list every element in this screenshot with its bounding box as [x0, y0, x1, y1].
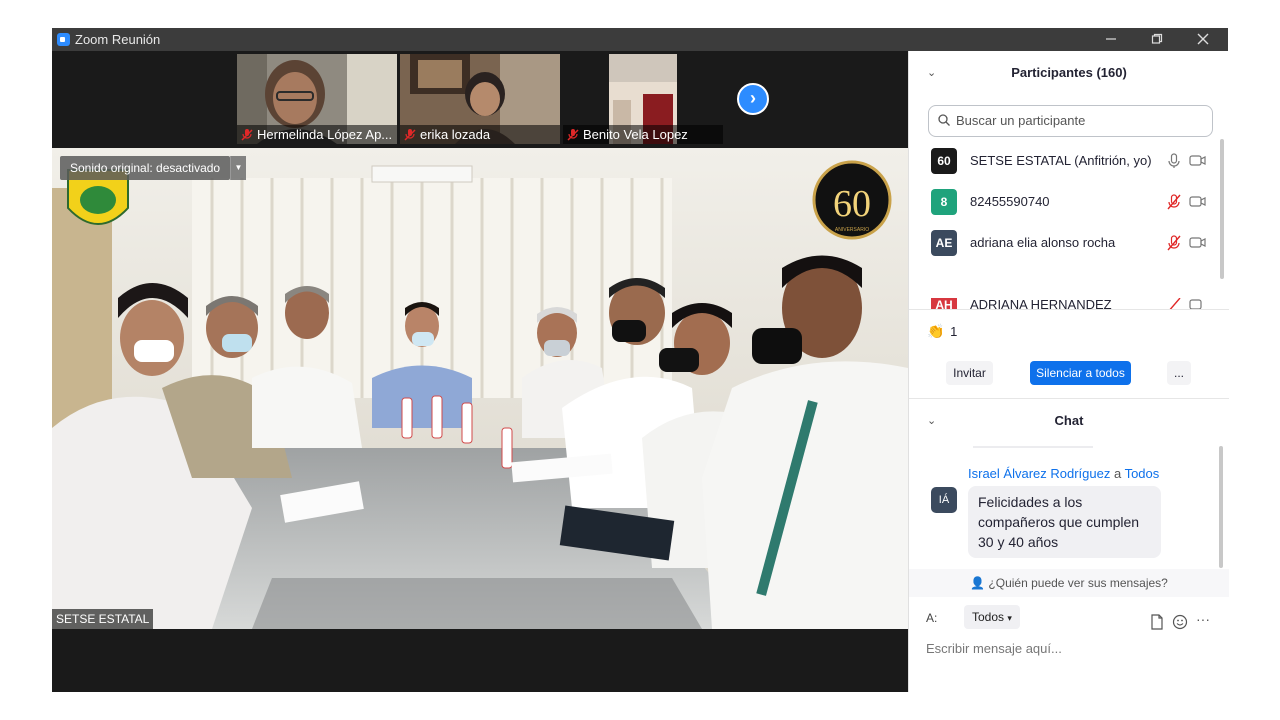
- participant-row[interactable]: AH ADRIANA HERNANDEZ: [909, 298, 1219, 309]
- participant-name: 82455590740: [970, 194, 1050, 209]
- video-thumbnail[interactable]: Benito Vela Lopez: [563, 54, 723, 144]
- mic-muted-icon[interactable]: [1167, 298, 1181, 309]
- file-icon[interactable]: [1149, 614, 1165, 630]
- avatar: 8: [931, 189, 957, 215]
- chat-sender-name[interactable]: Israel Álvarez Rodríguez: [968, 466, 1110, 481]
- chat-scrollbar[interactable]: [1219, 446, 1223, 568]
- avatar: 60: [931, 148, 957, 174]
- participants-title: Participantes (160): [1011, 65, 1127, 80]
- next-page-button[interactable]: ›: [737, 83, 769, 115]
- user-lock-icon: 👤: [970, 576, 986, 590]
- main-speaker-video: 60 ANIVERSARIO Sonido original: desactiv…: [52, 148, 908, 629]
- side-panel: ⌄ Participantes (160) Buscar un particip…: [908, 51, 1229, 692]
- svg-text:60: 60: [833, 183, 871, 225]
- avatar: AH: [931, 298, 957, 309]
- video-thumbnail[interactable]: Hermelinda López Ap...: [237, 54, 397, 144]
- emoji-icon[interactable]: [1172, 614, 1188, 630]
- window-title: Zoom Reunión: [75, 32, 161, 47]
- mic-muted-icon: [241, 129, 253, 141]
- mic-icon[interactable]: [1167, 153, 1181, 169]
- recipient-dropdown[interactable]: Todos ▾: [964, 605, 1020, 629]
- participants-scrollbar[interactable]: [1220, 139, 1224, 279]
- thumbnail-name: Hermelinda López Ap...: [237, 125, 397, 144]
- to-label: A:: [926, 611, 938, 625]
- participant-name: adriana elia alonso rocha: [970, 235, 1116, 250]
- chat-recipient[interactable]: Todos: [1125, 466, 1160, 481]
- video-camera-icon[interactable]: [1189, 154, 1206, 167]
- chat-title: Chat: [1054, 413, 1084, 428]
- chevron-down-icon[interactable]: ⌄: [927, 401, 936, 441]
- chevron-down-icon: ▾: [1007, 613, 1012, 623]
- active-speaker-label: SETSE ESTATAL: [52, 609, 154, 629]
- video-camera-icon[interactable]: [1189, 195, 1206, 208]
- restore-icon[interactable]: [1134, 28, 1180, 51]
- reaction-summary: 👏 1: [927, 323, 957, 340]
- previous-message-edge: [973, 446, 1093, 448]
- participant-search-input[interactable]: Buscar un participante: [928, 105, 1213, 137]
- chat-recipient-row: A: Todos ▾: [926, 605, 1020, 629]
- participant-row-partial-clip: AH ADRIANA HERNANDEZ: [909, 298, 1219, 309]
- recipient-value: Todos: [972, 610, 1005, 624]
- video-camera-icon[interactable]: [1189, 298, 1206, 309]
- search-placeholder: Buscar un participante: [956, 113, 1086, 128]
- video-thumbnail[interactable]: erika lozada: [400, 54, 560, 144]
- original-sound-toggle[interactable]: Sonido original: desactivado: [60, 156, 231, 180]
- participant-row[interactable]: 60 SETSE ESTATAL (Anfitrión, yo): [909, 141, 1219, 181]
- more-options-button[interactable]: ...: [1167, 361, 1191, 385]
- chat-to-word: a: [1110, 466, 1125, 481]
- minimize-icon[interactable]: [1088, 28, 1134, 51]
- zoom-window: Zoom Reunión Hermelinda López Ap... erik…: [52, 28, 1229, 692]
- chevron-down-icon[interactable]: ⌄: [927, 53, 936, 93]
- meeting-room-scene: 60 ANIVERSARIO: [52, 148, 908, 629]
- participant-name: SETSE ESTATAL (Anfitrión, yo): [970, 153, 1152, 168]
- divider: [909, 309, 1229, 310]
- chat-message-header: Israel Álvarez Rodríguez a Todos: [968, 466, 1159, 481]
- mic-muted-icon: [567, 129, 579, 141]
- video-area: Hermelinda López Ap... erika lozada Beni…: [52, 51, 908, 692]
- sound-dropdown-button[interactable]: ▼: [230, 156, 246, 180]
- mic-muted-icon[interactable]: [1167, 194, 1181, 210]
- avatar: IÁ: [931, 487, 957, 513]
- close-icon[interactable]: [1180, 28, 1226, 51]
- avatar: AE: [931, 230, 957, 256]
- video-camera-icon[interactable]: [1189, 236, 1206, 249]
- participants-header: ⌄ Participantes (160): [909, 53, 1229, 93]
- clapping-hands-icon: 👏: [927, 323, 945, 339]
- chat-messages: Israel Álvarez Rodríguez a Todos IÁ Feli…: [909, 441, 1229, 571]
- who-can-see-label: ¿Quién puede ver sus mensajes?: [988, 576, 1168, 590]
- mute-all-button[interactable]: Silenciar a todos: [1030, 361, 1131, 385]
- participant-row[interactable]: AE adriana elia alonso rocha: [909, 223, 1219, 263]
- title-bar: Zoom Reunión: [52, 28, 1228, 51]
- anniversary-badge: 60 ANIVERSARIO: [812, 160, 892, 240]
- chat-message-bubble: Felicidades a los compañeros que cumplen…: [968, 486, 1161, 558]
- more-icon[interactable]: ···: [1196, 611, 1210, 627]
- participant-name: ADRIANA HERNANDEZ: [970, 298, 1112, 309]
- chat-message-input[interactable]: Escribir mensaje aquí...: [926, 641, 1062, 656]
- thumbnail-name: erika lozada: [400, 125, 560, 144]
- divider: [909, 398, 1229, 399]
- chevron-right-icon: ›: [750, 88, 756, 108]
- chat-header: ⌄ Chat: [909, 401, 1229, 441]
- reaction-count: 1: [950, 324, 958, 339]
- who-can-see-messages-link[interactable]: 👤 ¿Quién puede ver sus mensajes?: [909, 569, 1229, 597]
- invite-button[interactable]: Invitar: [946, 361, 993, 385]
- zoom-app-icon: [57, 33, 70, 46]
- svg-text:ANIVERSARIO: ANIVERSARIO: [835, 227, 869, 233]
- mic-muted-icon: [404, 129, 416, 141]
- participant-row[interactable]: 8 82455590740: [909, 182, 1219, 222]
- mic-muted-icon[interactable]: [1167, 235, 1181, 251]
- search-icon: [938, 114, 950, 126]
- thumbnail-name: Benito Vela Lopez: [563, 125, 723, 144]
